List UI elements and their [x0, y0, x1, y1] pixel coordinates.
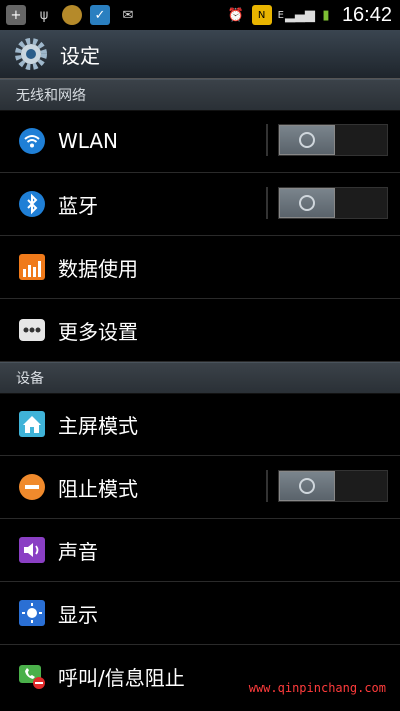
row-bluetooth[interactable]: 蓝牙 [0, 173, 400, 236]
toggle-track [278, 124, 388, 156]
display-icon [18, 599, 46, 627]
row-label: 主屏模式 [58, 413, 138, 438]
data-usage-icon [18, 253, 46, 281]
network-type: E [277, 9, 284, 21]
bluetooth-icon [18, 190, 46, 218]
call-block-icon [18, 662, 46, 690]
row-label: 蓝牙 [58, 193, 98, 218]
title-bar: 设定 [0, 30, 400, 79]
clock: 16:42 [341, 3, 392, 26]
page-title: 设定 [60, 43, 100, 68]
section-wireless: 无线和网络 [0, 79, 400, 111]
toggle-knob [279, 471, 335, 501]
section-device: 设备 [0, 362, 400, 394]
sim-icon: N [251, 5, 272, 25]
alarm-icon: ⏰ [227, 7, 244, 23]
row-label: 声音 [58, 539, 98, 564]
settings-gear-icon [15, 38, 47, 70]
row-wlan[interactable]: WLAN [0, 110, 400, 173]
more-icon [18, 316, 46, 344]
toggle-knob [279, 125, 335, 155]
row-label: 数据使用 [58, 256, 138, 281]
toggle-track [278, 470, 388, 502]
row-block-mode[interactable]: 阻止模式 [0, 456, 400, 519]
notification-icons: + ψ ✓ ✉ [0, 5, 138, 25]
usb-icon: ψ [39, 7, 49, 23]
bluetooth-toggle[interactable] [266, 187, 388, 219]
plus-icon: + [6, 5, 26, 25]
app-icon [62, 5, 82, 25]
wlan-toggle[interactable] [266, 124, 388, 156]
row-call-block[interactable]: 呼叫/信息阻止 [0, 645, 400, 707]
block-icon [18, 473, 46, 501]
row-label: WLAN [58, 129, 119, 153]
section-title: 设备 [16, 371, 44, 387]
row-home-mode[interactable]: 主屏模式 [0, 393, 400, 456]
row-label: 更多设置 [58, 319, 138, 344]
toggle-track [278, 187, 388, 219]
row-more-settings[interactable]: 更多设置 [0, 299, 400, 362]
shield-icon: ✓ [90, 5, 110, 25]
battery-icon: ▮ [322, 7, 330, 23]
row-label: 显示 [58, 602, 98, 627]
block-mode-toggle[interactable] [266, 470, 388, 502]
row-data-usage[interactable]: 数据使用 [0, 236, 400, 299]
signal-icon: ▂▄▆ [284, 7, 315, 23]
system-icons: ⏰ N E ▂▄▆ ▮ 16:42 [226, 4, 400, 27]
row-label: 阻止模式 [58, 476, 138, 501]
sound-icon [18, 536, 46, 564]
status-bar: + ψ ✓ ✉ ⏰ N E ▂▄▆ ▮ 16:42 [0, 0, 400, 30]
toggle-knob [279, 188, 335, 218]
row-label: 呼叫/信息阻止 [58, 665, 185, 690]
watermark: www.qinpinchang.com [248, 681, 386, 695]
section-title: 无线和网络 [16, 88, 86, 104]
wifi-icon [18, 127, 46, 155]
mail-icon: ✉ [122, 7, 134, 23]
home-icon [18, 410, 46, 438]
row-sound[interactable]: 声音 [0, 519, 400, 582]
row-display[interactable]: 显示 [0, 582, 400, 645]
